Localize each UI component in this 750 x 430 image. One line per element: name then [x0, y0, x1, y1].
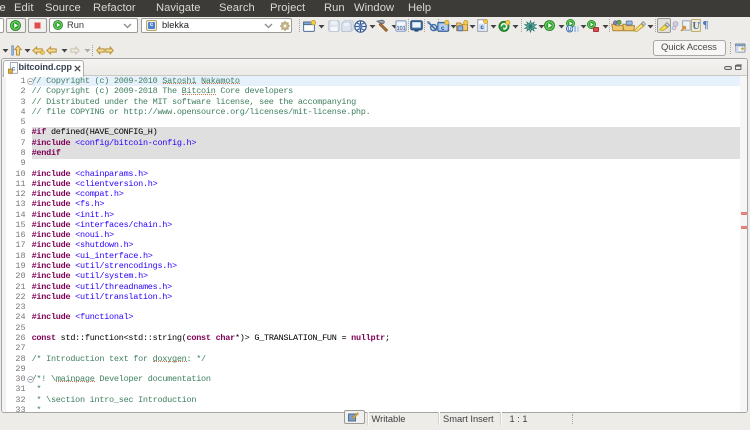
svg-text:U: U [693, 21, 700, 31]
svg-text:U: U [567, 27, 571, 33]
svg-text:101: 101 [397, 26, 406, 32]
svg-text:c: c [441, 24, 445, 31]
svg-text:c: c [480, 24, 484, 31]
